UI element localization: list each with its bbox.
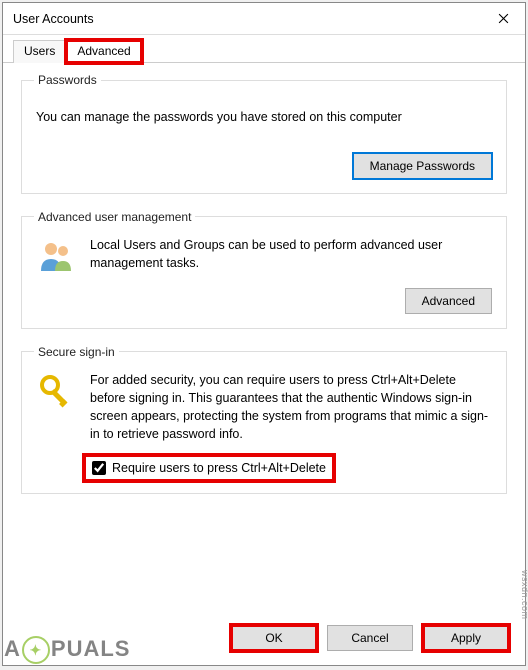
require-cad-row[interactable]: Require users to press Ctrl+Alt+Delete (86, 457, 332, 479)
secure-text: For added security, you can require user… (90, 371, 492, 444)
passwords-legend: Passwords (34, 73, 101, 87)
window-title: User Accounts (13, 12, 94, 26)
cancel-button[interactable]: Cancel (327, 625, 413, 651)
user-accounts-window: User Accounts Users Advanced Passwords Y… (2, 2, 526, 666)
secure-legend: Secure sign-in (34, 345, 119, 359)
require-cad-label: Require users to press Ctrl+Alt+Delete (112, 461, 326, 475)
require-cad-checkbox[interactable] (92, 461, 106, 475)
dialog-button-row: OK Cancel Apply (3, 617, 525, 665)
passwords-group: Passwords You can manage the passwords y… (21, 73, 507, 194)
manage-passwords-button[interactable]: Manage Passwords (353, 153, 492, 179)
aum-text: Local Users and Groups can be used to pe… (90, 236, 492, 272)
aum-legend: Advanced user management (34, 210, 195, 224)
tab-users[interactable]: Users (13, 40, 66, 63)
tab-strip: Users Advanced (3, 35, 525, 63)
advanced-button[interactable]: Advanced (405, 288, 492, 314)
apply-button[interactable]: Apply (423, 625, 509, 651)
secure-signin-group: Secure sign-in For added security, you c… (21, 345, 507, 495)
tab-content-advanced: Passwords You can manage the passwords y… (3, 63, 525, 617)
advanced-user-management-group: Advanced user management Local Users and… (21, 210, 507, 329)
passwords-text: You can manage the passwords you have st… (36, 109, 492, 127)
ok-button[interactable]: OK (231, 625, 317, 651)
close-icon (498, 13, 509, 24)
close-button[interactable] (481, 4, 525, 34)
key-icon (36, 371, 78, 413)
titlebar: User Accounts (3, 3, 525, 35)
tab-advanced[interactable]: Advanced (66, 40, 141, 63)
users-icon (36, 236, 78, 278)
